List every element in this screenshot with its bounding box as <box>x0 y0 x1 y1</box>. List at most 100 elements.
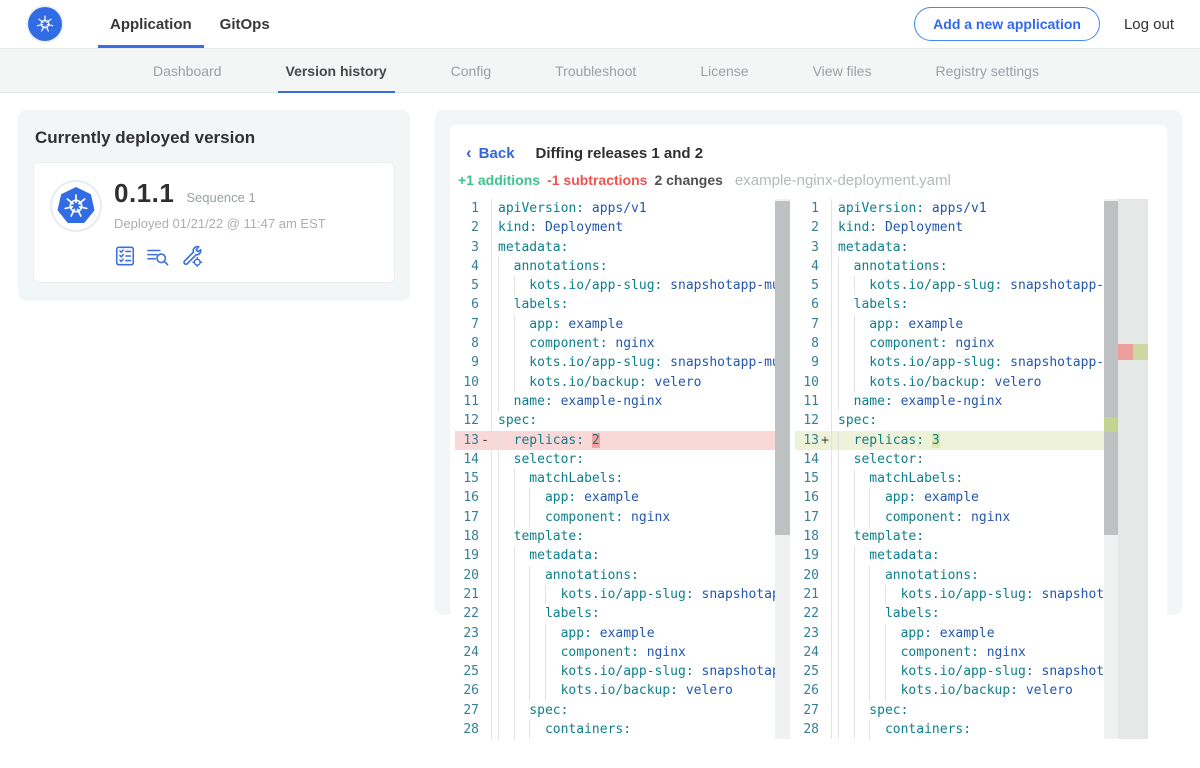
line-change-sign <box>479 450 491 469</box>
line-number: 6 <box>795 295 819 314</box>
diff-line: 26kots.io/backup: velero <box>795 681 1104 700</box>
indent-guide <box>838 276 839 295</box>
subtab-config[interactable]: Config <box>443 49 499 92</box>
indent-guide <box>838 334 839 353</box>
code-segment: snapshotap <box>1034 587 1104 602</box>
code-segment: kots.io/app-slug: <box>901 587 1034 602</box>
code-segment: snapshotapp-mu <box>662 278 775 293</box>
checklist-icon[interactable] <box>114 245 136 267</box>
subtab-registry-settings-label: Registry settings <box>935 63 1038 79</box>
indent-guide <box>498 508 499 527</box>
left-pane-scrollbar-thumb[interactable] <box>775 201 790 535</box>
indent-guide <box>869 681 870 700</box>
code-segment: kots.io/app-slug: <box>529 278 662 293</box>
right-pane-scrollbar-thumb[interactable] <box>1104 201 1118 535</box>
subtab-config-label: Config <box>451 63 491 79</box>
code-segment: velero <box>1018 683 1073 698</box>
helm-wheel-icon <box>32 11 58 37</box>
back-link[interactable]: ‹ Back <box>466 143 515 163</box>
indent-guide <box>838 392 839 411</box>
indent-guide <box>529 662 530 681</box>
line-number: 2 <box>455 218 479 237</box>
log-out-button[interactable]: Log out <box>1124 16 1174 33</box>
indent-guide <box>838 469 839 488</box>
subtab-registry-settings[interactable]: Registry settings <box>927 49 1046 92</box>
code-segment: app: <box>529 317 560 332</box>
tab-gitops[interactable]: GitOps <box>206 0 284 48</box>
line-change-sign <box>479 218 491 237</box>
line-content: kots.io/app-slug: snapshotapp-mu <box>491 276 775 295</box>
indent-guide <box>514 681 515 700</box>
subtab-license[interactable]: License <box>692 49 756 92</box>
line-number: 28 <box>455 720 479 739</box>
line-change-sign <box>479 681 491 700</box>
line-number: 25 <box>455 662 479 681</box>
indent-guide <box>838 373 839 392</box>
right-pane-scrollbar-track[interactable] <box>1104 199 1118 739</box>
indent-guide <box>529 624 530 643</box>
edit-config-icon[interactable] <box>180 244 203 267</box>
subtab-troubleshoot[interactable]: Troubleshoot <box>547 49 644 92</box>
indent-guide <box>514 720 515 739</box>
diff-line: 17component: nginx <box>795 508 1104 527</box>
indent-guide <box>529 720 530 739</box>
line-change-sign <box>479 373 491 392</box>
code-segment: selector: <box>854 452 924 467</box>
diff-line: 16app: example <box>455 488 775 507</box>
indent-guide <box>545 585 546 604</box>
indent-guide <box>498 662 499 681</box>
line-content: spec: <box>491 411 775 430</box>
subtab-view-files[interactable]: View files <box>805 49 880 92</box>
indent-guide <box>869 604 870 623</box>
left-pane-scrollbar-track[interactable] <box>775 199 790 739</box>
indent-guide <box>838 585 839 604</box>
line-change-sign <box>819 199 831 218</box>
indent-guide <box>854 353 855 372</box>
line-content: kots.io/app-slug: snapshotap <box>831 585 1104 604</box>
code-segment: component: <box>885 510 963 525</box>
subtab-dashboard[interactable]: Dashboard <box>145 49 230 92</box>
tab-gitops-label: GitOps <box>220 16 270 33</box>
kubernetes-logo-icon[interactable] <box>28 7 62 41</box>
diff-line: 22labels: <box>455 604 775 623</box>
code-segment: labels: <box>854 297 909 312</box>
view-logs-icon[interactable] <box>146 245 170 267</box>
code-segment: example <box>561 317 624 332</box>
diff-line: 10kots.io/backup: velero <box>795 373 1104 392</box>
code-segment: snapshotap <box>694 587 775 602</box>
indent-guide <box>869 488 870 507</box>
line-number: 27 <box>455 701 479 720</box>
version-card-body: 0.1.1 Sequence 1 Deployed 01/21/22 @ 11:… <box>114 178 326 267</box>
line-content: kots.io/backup: velero <box>831 373 1104 392</box>
tab-application[interactable]: Application <box>96 0 206 48</box>
diff-line: 13-replicas: 2 <box>455 431 775 450</box>
code-segment: kind: <box>498 220 537 235</box>
line-content: apiVersion: apps/v1 <box>491 199 775 218</box>
code-segment: example <box>901 317 964 332</box>
add-application-button[interactable]: Add a new application <box>914 7 1100 41</box>
diff-line: 1 apiVersion: apps/v1 <box>455 199 775 218</box>
line-number: 1 <box>455 199 479 218</box>
subtab-version-history[interactable]: Version history <box>278 49 395 92</box>
line-number: 7 <box>795 315 819 334</box>
indent-guide <box>838 488 839 507</box>
line-number: 14 <box>455 450 479 469</box>
diff-line: 28containers: <box>455 720 775 739</box>
line-change-sign <box>819 257 831 276</box>
deployed-panel-title: Currently deployed version <box>35 128 395 148</box>
line-change-sign <box>819 604 831 623</box>
indent-guide <box>838 681 839 700</box>
diff-line: 21kots.io/app-slug: snapshotap <box>795 585 1104 604</box>
line-number: 13 <box>795 431 819 450</box>
indent-guide <box>869 508 870 527</box>
diff-pane-left: 1apiVersion: apps/v12kind: Deployment3me… <box>455 199 790 739</box>
diff-line: 16app: example <box>795 488 1104 507</box>
subtab-troubleshoot-label: Troubleshoot <box>555 63 636 79</box>
indent-guide <box>838 527 839 546</box>
deployed-timestamp: Deployed 01/21/22 @ 11:47 am EST <box>114 216 326 231</box>
code-segment: metadata: <box>838 240 908 255</box>
indent-guide <box>885 681 886 700</box>
indent-guide <box>854 643 855 662</box>
line-change-sign <box>479 411 491 430</box>
line-number: 3 <box>455 238 479 257</box>
